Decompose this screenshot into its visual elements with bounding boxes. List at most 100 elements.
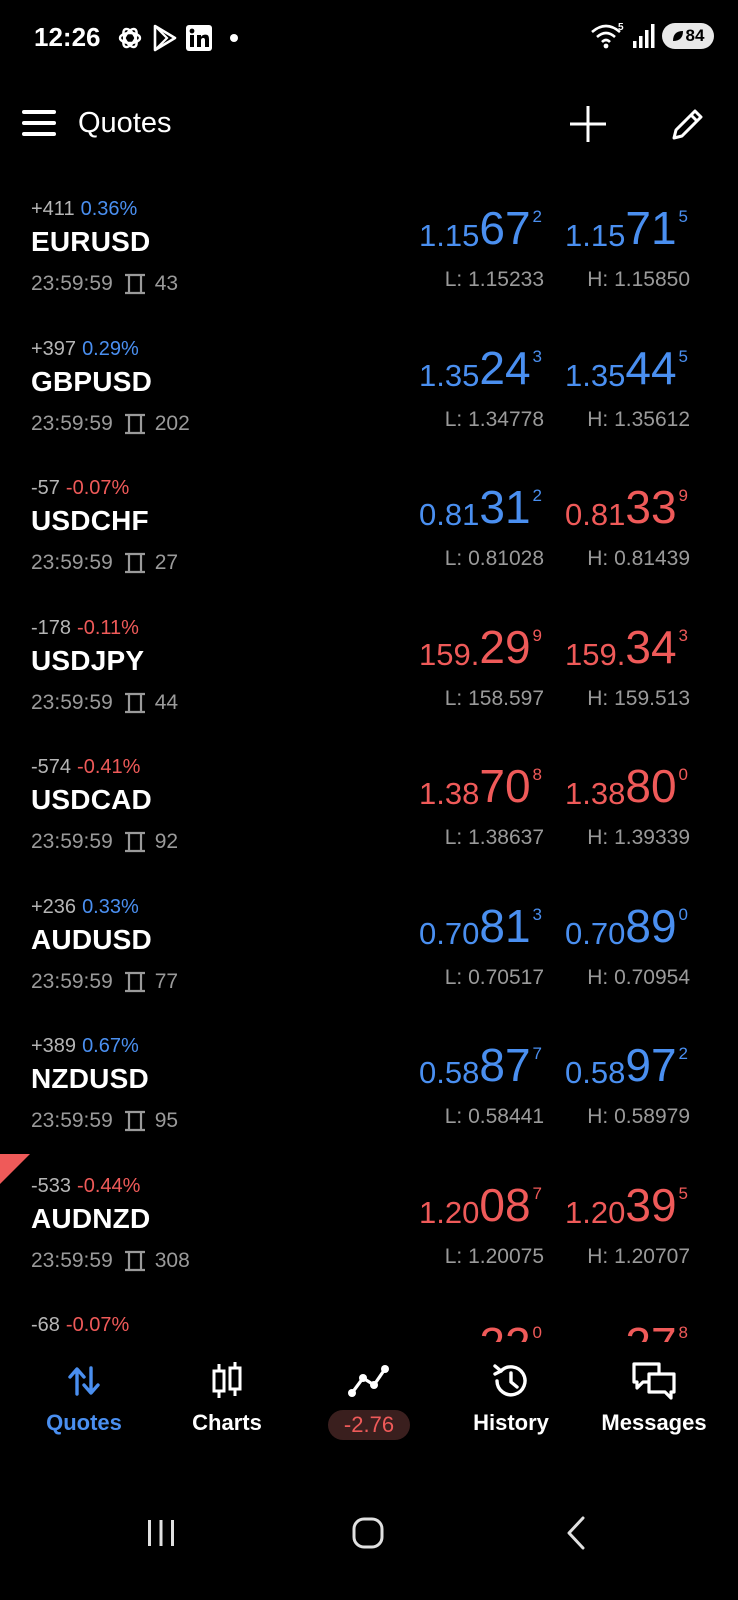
quote-time: 23:59:59 — [31, 830, 113, 853]
change-percent: -0.44% — [77, 1174, 141, 1197]
price-prefix: 1.15 — [419, 218, 480, 253]
change-percent: 0.36% — [80, 198, 138, 220]
pencil-icon[interactable] — [668, 104, 708, 144]
screen: 12:26 5 84 Quotes +411 0.36% EURUSD 23:5… — [0, 0, 738, 1600]
bid-price[interactable]: 220 — [479, 1320, 542, 1342]
change-percent: -0.07% — [65, 1314, 130, 1336]
quote-time: 23:59:59 — [31, 551, 113, 574]
quote-time: 23:59:59 — [31, 272, 113, 295]
ask-price[interactable]: 159. 34 3 — [565, 623, 688, 683]
arrows-up-down-icon — [68, 1366, 100, 1396]
daily-change: -178 -0.11% — [31, 617, 139, 640]
status-app-icons — [116, 24, 238, 52]
price-fraction: 8 — [532, 765, 542, 784]
recent-apps-icon[interactable] — [136, 1508, 186, 1558]
plus-icon[interactable] — [568, 104, 608, 144]
quote-row-partial[interactable]: -68-0.07% 220 278 — [0, 1298, 738, 1342]
price-fraction: 9 — [678, 486, 688, 505]
price-fraction: 3 — [678, 625, 688, 645]
trend-line-icon — [348, 1365, 389, 1397]
daily-change: +397 0.29% — [31, 338, 139, 361]
high-price: H: 159.513 — [587, 686, 690, 710]
nav-trade[interactable]: -2.76 — [299, 1360, 439, 1450]
change-percent: -0.41% — [77, 756, 141, 778]
nav-charts[interactable]: Charts — [157, 1360, 297, 1450]
bid-price[interactable]: 1.35 24 3 — [419, 344, 542, 404]
daily-change: -574 -0.41% — [31, 756, 140, 779]
low-price: L: 1.34778 — [444, 407, 544, 431]
price-fraction: 9 — [532, 625, 542, 645]
quote-row-usdjpy[interactable]: -178 -0.11% USDJPY 23:59:59 44 L: 158.597 H: 1… — [0, 601, 738, 741]
high-price: H: 1.20707 — [587, 1244, 690, 1268]
chatgpt-icon — [118, 27, 142, 49]
price-pips: 81 — [479, 899, 531, 952]
bid-price[interactable]: 1.20 08 7 — [419, 1181, 542, 1241]
quote-row-nzdusd[interactable]: +389 0.67% NZDUSD 23:59:59 95 L: 0.58441 H: 0.… — [0, 1019, 738, 1159]
high-price: H: 1.35612 — [587, 407, 690, 431]
change-points: +236 — [31, 895, 77, 918]
nav-history[interactable]: History — [441, 1360, 581, 1450]
high-price: H: 0.70954 — [587, 965, 690, 989]
price-pips: 22 — [479, 1321, 530, 1342]
symbol-name: USDCHF — [31, 505, 149, 536]
high-price: H: 1.15850 — [587, 268, 690, 291]
price-fraction: 2 — [532, 207, 542, 226]
bid-price[interactable]: 0.81 31 2 — [419, 483, 542, 543]
price-fraction: 2 — [678, 1044, 688, 1063]
price-prefix: 1.35 — [565, 357, 626, 393]
price-fraction: 3 — [532, 346, 542, 366]
ask-price[interactable]: 1.35 44 5 — [565, 344, 688, 404]
ask-price[interactable]: 0.81 33 9 — [565, 483, 688, 543]
quote-row-audnzd[interactable]: -533 -0.44% AUDNZD 23:59:59 308 L: 1.20075 H: … — [0, 1159, 738, 1299]
spread-icon — [124, 831, 145, 853]
spread-value: 43 — [154, 272, 179, 295]
ask-price[interactable]: 0.58 97 2 — [565, 1041, 688, 1101]
price-prefix: 1.35 — [419, 357, 480, 393]
app-header: Quotes — [0, 92, 738, 158]
price-fraction: 0 — [678, 904, 688, 924]
price-fraction: 5 — [678, 207, 688, 226]
linkedin-icon — [186, 25, 212, 51]
nav-quotes-label: Quotes — [46, 1410, 122, 1435]
menu-icon[interactable] — [22, 110, 56, 138]
nav-messages[interactable]: Messages — [584, 1360, 724, 1450]
spread-icon — [124, 273, 145, 295]
ask-price[interactable]: 1.15 71 5 — [565, 204, 688, 264]
spread-value: 77 — [154, 969, 179, 993]
quote-row-eurusd[interactable]: +411 0.36% EURUSD 23:59:59 43 L: 1.15233 H: 1.… — [0, 182, 738, 322]
nav-history-label: History — [473, 1410, 549, 1435]
low-price: L: 0.58441 — [444, 1105, 544, 1128]
price-pips: 24 — [479, 341, 531, 394]
quote-meta: 23:59:59 43 — [31, 272, 178, 296]
quote-row-usdcad[interactable]: -574 -0.41% USDCAD 23:59:59 92 L: 1.38637 H: 1… — [0, 740, 738, 880]
trade-marker — [0, 1154, 30, 1184]
quote-row-usdchf[interactable]: -57 -0.07% USDCHF 23:59:59 27 L: 0.81028 H: 0.… — [0, 461, 738, 601]
battery-saver-icon — [672, 31, 683, 41]
quote-row-audusd[interactable]: +236 0.33% AUDUSD 23:59:59 77 L: 0.70517 H: 0.… — [0, 880, 738, 1020]
price-pips: 29 — [479, 620, 531, 673]
bid-price[interactable]: 159. 29 9 — [419, 623, 542, 683]
quote-row-gbpusd[interactable]: +397 0.29% GBPUSD 23:59:59 202 L: 1.34778 H: 1… — [0, 322, 738, 462]
quote-meta: 23:59:59 44 — [31, 691, 178, 715]
low-price: L: 0.81028 — [444, 547, 544, 570]
ask-price[interactable]: 1.20 39 5 — [565, 1181, 688, 1241]
battery-indicator: 84 — [662, 23, 714, 49]
ask-price[interactable]: 278 — [625, 1320, 688, 1342]
nav-quotes[interactable]: Quotes — [14, 1360, 154, 1450]
high-price: H: 0.58979 — [587, 1105, 690, 1128]
high-price: H: 0.81439 — [587, 547, 690, 570]
spread-icon — [124, 552, 145, 574]
bid-price[interactable]: 0.70 81 3 — [419, 902, 542, 962]
symbol-name: AUDUSD — [31, 923, 152, 955]
quote-meta: 23:59:59 92 — [31, 830, 178, 854]
bid-price[interactable]: 0.58 87 7 — [419, 1041, 542, 1101]
back-icon[interactable] — [552, 1508, 602, 1558]
symbol-name: NZDUSD — [31, 1063, 149, 1094]
ask-price[interactable]: 1.38 80 0 — [565, 762, 688, 822]
home-icon[interactable] — [343, 1508, 393, 1558]
bid-price[interactable]: 1.38 70 8 — [419, 762, 542, 822]
ask-price[interactable]: 0.70 89 0 — [565, 902, 688, 962]
price-fraction: 7 — [532, 1183, 542, 1203]
quotes-list[interactable]: +411 0.36% EURUSD 23:59:59 43 L: 1.15233 H: 1.… — [0, 182, 738, 1342]
bid-price[interactable]: 1.15 67 2 — [419, 204, 542, 264]
